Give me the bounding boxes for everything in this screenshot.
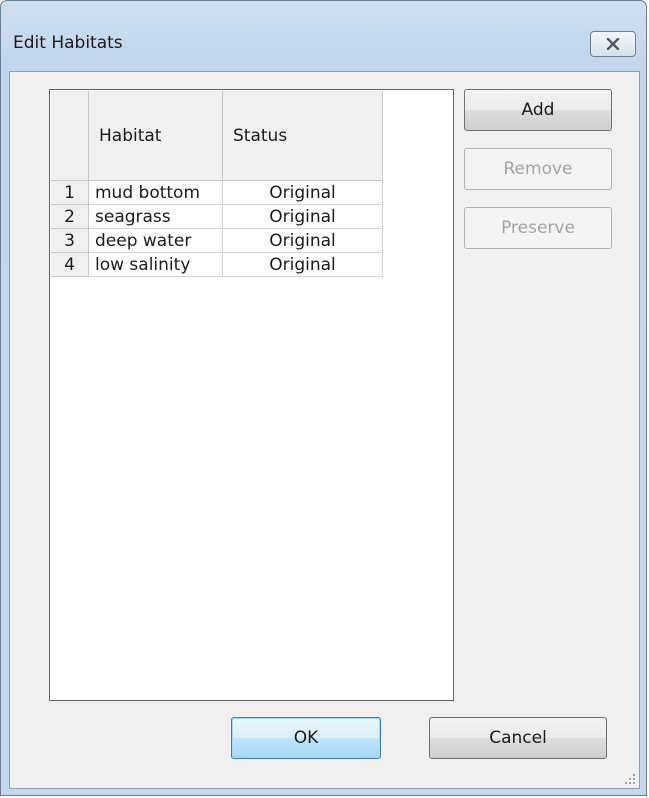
dialog-window: Edit Habitats Habitat Status 1 mud botto… xyxy=(0,0,647,796)
row-header[interactable]: 3 xyxy=(51,229,89,253)
table-row[interactable]: 1 mud bottom Original xyxy=(51,181,383,205)
close-button[interactable] xyxy=(590,31,636,57)
habitat-cell[interactable]: low salinity xyxy=(89,253,223,277)
habitat-cell[interactable]: mud bottom xyxy=(89,181,223,205)
table-row[interactable]: 4 low salinity Original xyxy=(51,253,383,277)
remove-button[interactable]: Remove xyxy=(464,148,612,190)
grid-corner-header[interactable] xyxy=(51,91,89,181)
status-cell[interactable]: Original xyxy=(223,205,383,229)
dialog-client-area: Habitat Status 1 mud bottom Original 2 s… xyxy=(9,71,640,789)
column-header-status[interactable]: Status xyxy=(223,91,383,181)
table-row[interactable]: 3 deep water Original xyxy=(51,229,383,253)
close-icon xyxy=(606,38,620,50)
habitat-cell[interactable]: seagrass xyxy=(89,205,223,229)
resize-grip-icon[interactable] xyxy=(624,773,636,785)
table-row[interactable]: 2 seagrass Original xyxy=(51,205,383,229)
preserve-button[interactable]: Preserve xyxy=(464,207,612,249)
add-button[interactable]: Add xyxy=(464,89,612,131)
window-title: Edit Habitats xyxy=(13,33,123,53)
habitat-cell[interactable]: deep water xyxy=(89,229,223,253)
status-cell[interactable]: Original xyxy=(223,181,383,205)
row-header[interactable]: 1 xyxy=(51,181,89,205)
habitats-grid[interactable]: Habitat Status 1 mud bottom Original 2 s… xyxy=(49,89,454,701)
cancel-button[interactable]: Cancel xyxy=(429,717,607,759)
column-header-habitat[interactable]: Habitat xyxy=(89,91,223,181)
status-cell[interactable]: Original xyxy=(223,253,383,277)
status-cell[interactable]: Original xyxy=(223,229,383,253)
ok-button[interactable]: OK xyxy=(231,717,381,759)
row-header[interactable]: 4 xyxy=(51,253,89,277)
row-header[interactable]: 2 xyxy=(51,205,89,229)
